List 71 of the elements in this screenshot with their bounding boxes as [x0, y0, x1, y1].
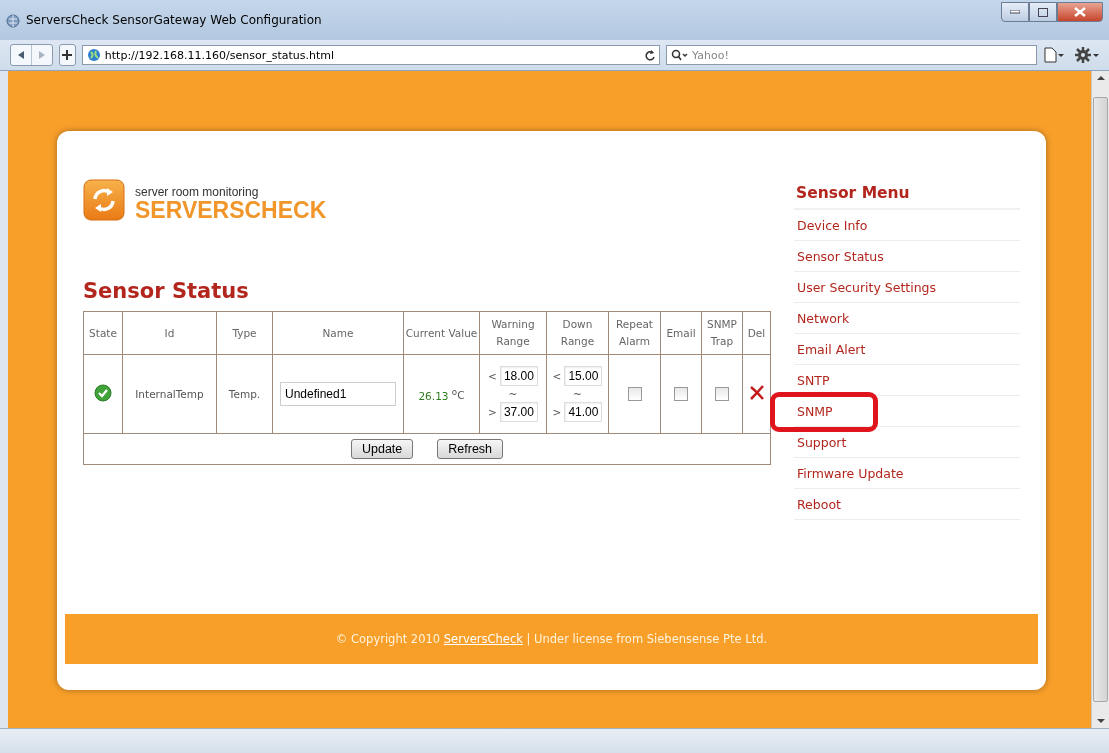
minimize-button[interactable]: [1001, 2, 1029, 22]
globe-icon: [86, 48, 101, 62]
column-header: Warning Range: [479, 311, 547, 355]
menu-title: Sensor Menu: [794, 184, 1020, 210]
menu-link[interactable]: Firmware Update: [794, 465, 904, 481]
scroll-down-icon[interactable]: [1096, 718, 1105, 724]
column-header: Email: [660, 311, 702, 355]
range-field[interactable]: 18.00: [499, 366, 538, 386]
range-separator: ~: [508, 388, 518, 400]
search-icon[interactable]: [671, 49, 689, 61]
page-heading: Sensor Status: [83, 279, 249, 303]
settings-icon[interactable]: [1075, 47, 1099, 63]
plus-icon: [62, 50, 73, 60]
menu-link[interactable]: Support: [794, 434, 847, 450]
logo-wordmark: SERVERSCHECK: [135, 199, 327, 221]
column-header: State: [83, 311, 123, 355]
logo-icon: [83, 179, 125, 221]
globe-icon: [6, 14, 20, 28]
column-header: Type: [216, 311, 273, 355]
checkbox[interactable]: [674, 387, 688, 401]
back-icon: [17, 50, 25, 60]
menu-link[interactable]: SNMP: [794, 403, 833, 419]
maximize-button[interactable]: [1029, 2, 1057, 22]
column-header: Down Range: [546, 311, 609, 355]
minimize-icon: [1010, 10, 1020, 14]
range-field[interactable]: 15.00: [564, 366, 603, 386]
current-value: 26.13: [418, 389, 449, 402]
range-field[interactable]: 41.00: [564, 402, 603, 422]
column-header: Name: [272, 311, 404, 355]
maximize-icon: [1038, 7, 1048, 17]
column-header: Del: [742, 311, 771, 355]
checkbox[interactable]: [715, 387, 729, 401]
address-bar[interactable]: http://192.168.11.160/sensor_status.html: [81, 45, 660, 65]
menu-link[interactable]: Network: [794, 310, 850, 326]
column-header: Id: [122, 311, 217, 355]
scroll-up-icon[interactable]: [1096, 75, 1105, 81]
form-button[interactable]: Refresh: [437, 439, 504, 459]
menu-link[interactable]: Reboot: [794, 496, 841, 512]
greater-than-sign: >: [488, 406, 497, 418]
forward-icon: [38, 50, 46, 60]
search-field[interactable]: Yahoo!: [666, 45, 1037, 65]
checkbox[interactable]: [627, 387, 642, 401]
column-header: Repeat Alarm: [608, 311, 661, 355]
unit-text: $^{o}$C: [451, 389, 465, 402]
logo-tagline: server room monitoring: [135, 185, 260, 199]
reload-icon[interactable]: [645, 49, 655, 61]
menu-link[interactable]: SNTP: [794, 372, 830, 388]
column-header: SNMP Trap: [701, 311, 743, 355]
less-than-sign: <: [488, 370, 497, 382]
copyright-text: © Copyright 2010 ServersCheck | Under license from Siebensense Pte Ltd.: [335, 632, 768, 646]
form-button[interactable]: Update: [350, 439, 414, 459]
menu-link[interactable]: Email Alert: [794, 341, 866, 357]
new-tab-button[interactable]: [59, 44, 76, 66]
less-than-sign: <: [552, 370, 562, 382]
url-text: http://192.168.11.160/sensor_status.html: [104, 48, 335, 62]
table-cell: InternalTemp: [122, 354, 217, 434]
range-field[interactable]: 37.00: [499, 402, 538, 422]
menu-link[interactable]: Device Info: [794, 217, 868, 233]
name-field[interactable]: Undefined1: [280, 382, 396, 406]
range-separator: ~: [573, 388, 582, 400]
column-header: Current Value: [403, 311, 480, 355]
close-icon: [1074, 7, 1086, 17]
menu-link[interactable]: User Security Settings: [794, 279, 937, 295]
menu-link[interactable]: Sensor Status: [794, 248, 884, 264]
window-title: ServersCheck SensorGateway Web Configuration: [26, 13, 322, 27]
close-button[interactable]: [1057, 2, 1103, 22]
table-cell: Temp.: [216, 354, 273, 434]
delete-icon[interactable]: [748, 385, 765, 401]
page-menu-icon[interactable]: [1043, 47, 1065, 63]
greater-than-sign: >: [552, 406, 562, 418]
scrollbar[interactable]: [1091, 71, 1109, 728]
